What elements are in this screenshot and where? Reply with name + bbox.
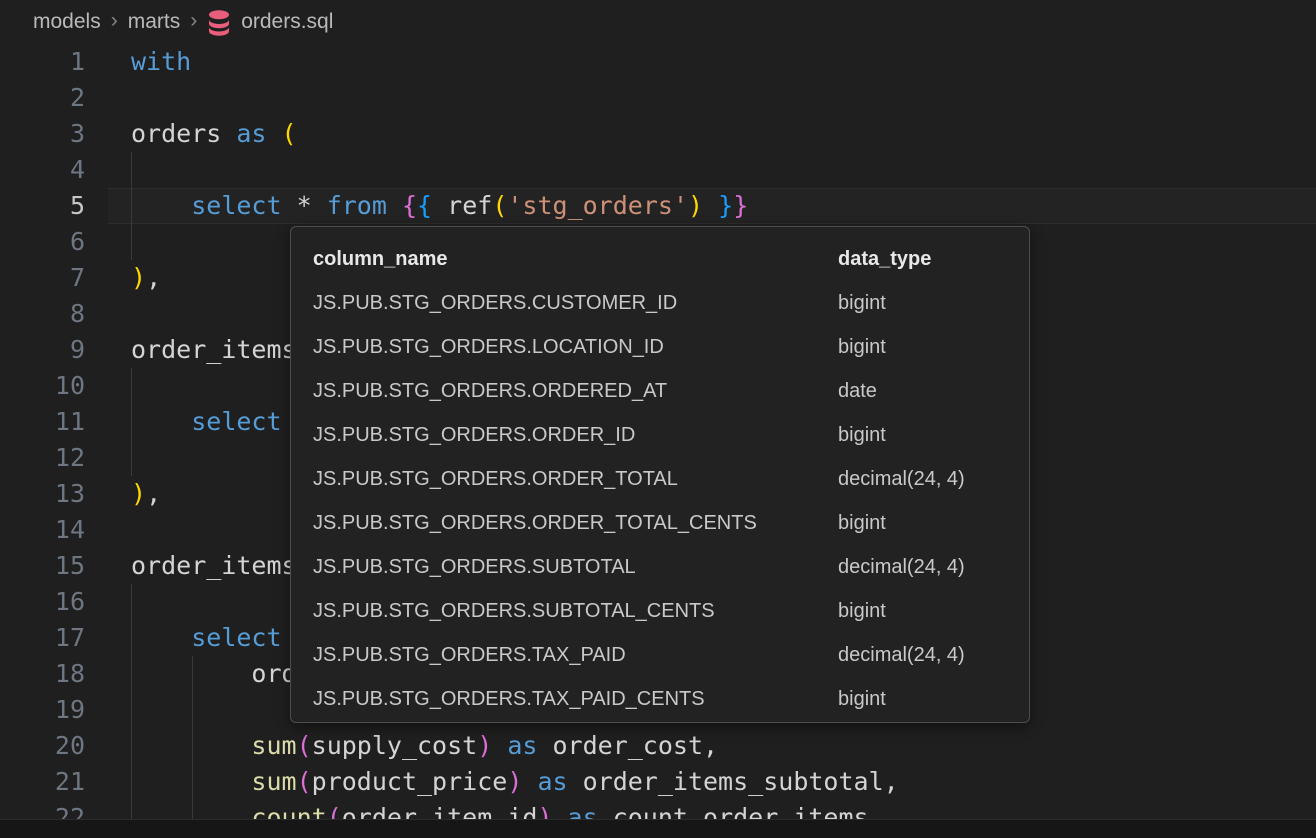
line-number: 6 xyxy=(0,224,85,260)
code-text: sum(supply_cost) as order_cost, xyxy=(131,728,718,764)
data-type-cell: decimal(24, 4) xyxy=(838,545,1029,589)
line-number: 15 xyxy=(0,548,85,584)
line-number: 8 xyxy=(0,296,85,332)
column-name-cell: JS.PUB.STG_ORDERS.ORDER_TOTAL_CENTS xyxy=(313,501,838,545)
code-text: select * from {{ ref('stg_orders') }} xyxy=(131,188,748,224)
code-line-2[interactable]: 2 xyxy=(0,80,1316,116)
hover-table-row: JS.PUB.STG_ORDERS.LOCATION_IDbigint xyxy=(313,325,1029,369)
editor-window: models › marts › orders.sql 1 with 23 order… xyxy=(0,0,1316,838)
column-name-cell: JS.PUB.STG_ORDERS.SUBTOTAL xyxy=(313,545,838,589)
line-number: 1 xyxy=(0,44,85,80)
hover-table-row: JS.PUB.STG_ORDERS.ORDERED_ATdate xyxy=(313,369,1029,413)
indent-guide xyxy=(131,152,132,260)
line-number: 5 xyxy=(0,188,85,224)
data-type-cell: decimal(24, 4) xyxy=(838,457,1029,501)
column-name-cell: column_name xyxy=(313,237,838,281)
hover-table-row: JS.PUB.STG_ORDERS.ORDER_IDbigint xyxy=(313,413,1029,457)
line-number: 20 xyxy=(0,728,85,764)
breadcrumb-separator-icon: › xyxy=(190,9,197,33)
breadcrumb: models › marts › orders.sql xyxy=(0,0,1316,44)
code-line-5[interactable]: 5 select * from {{ ref('stg_orders') }} xyxy=(0,188,1316,224)
panel-edge xyxy=(0,819,1316,838)
data-type-cell: bigint xyxy=(838,413,1029,457)
code-line-21[interactable]: 21 sum(product_price) as order_items_sub… xyxy=(0,764,1316,800)
hover-popup: column_namedata_typeJS.PUB.STG_ORDERS.CU… xyxy=(290,226,1030,723)
code-text: sum(product_price) as order_items_subtot… xyxy=(131,764,899,800)
code-line-1[interactable]: 1 with xyxy=(0,44,1316,80)
data-type-cell: data_type xyxy=(838,237,1029,281)
hover-table-row: JS.PUB.STG_ORDERS.TAX_PAID_CENTSbigint xyxy=(313,677,1029,721)
hover-table-row: JS.PUB.STG_ORDERS.ORDER_TOTAL_CENTSbigin… xyxy=(313,501,1029,545)
line-number: 3 xyxy=(0,116,85,152)
column-name-cell: JS.PUB.STG_ORDERS.ORDERED_AT xyxy=(313,369,838,413)
line-number: 12 xyxy=(0,440,85,476)
data-type-cell: bigint xyxy=(838,589,1029,633)
hover-table-row: JS.PUB.STG_ORDERS.SUBTOTAL_CENTSbigint xyxy=(313,589,1029,633)
column-name-cell: JS.PUB.STG_ORDERS.ORDER_TOTAL xyxy=(313,457,838,501)
code-text: with xyxy=(131,44,191,80)
data-type-cell: bigint xyxy=(838,501,1029,545)
code-text: ), xyxy=(131,476,161,512)
hover-table-row: JS.PUB.STG_ORDERS.CUSTOMER_IDbigint xyxy=(313,281,1029,325)
column-name-cell: JS.PUB.STG_ORDERS.ORDER_ID xyxy=(313,413,838,457)
indent-guide xyxy=(131,584,132,819)
column-name-cell: JS.PUB.STG_ORDERS.LOCATION_ID xyxy=(313,325,838,369)
hover-table-row: JS.PUB.STG_ORDERS.TAX_PAIDdecimal(24, 4) xyxy=(313,633,1029,677)
hover-table-header: column_namedata_type xyxy=(313,237,1029,281)
hover-table-row: JS.PUB.STG_ORDERS.ORDER_TOTALdecimal(24,… xyxy=(313,457,1029,501)
line-number: 9 xyxy=(0,332,85,368)
breadcrumb-item-marts[interactable]: marts xyxy=(128,10,181,34)
breadcrumb-separator-icon: › xyxy=(111,9,118,33)
line-number: 10 xyxy=(0,368,85,404)
column-name-cell: JS.PUB.STG_ORDERS.TAX_PAID_CENTS xyxy=(313,677,838,721)
data-type-cell: date xyxy=(838,369,1029,413)
line-number: 18 xyxy=(0,656,85,692)
code-line-4[interactable]: 4 xyxy=(0,152,1316,188)
line-number: 4 xyxy=(0,152,85,188)
data-type-cell: bigint xyxy=(838,677,1029,721)
line-number: 21 xyxy=(0,764,85,800)
column-name-cell: JS.PUB.STG_ORDERS.TAX_PAID xyxy=(313,633,838,677)
database-icon xyxy=(208,10,230,37)
line-number: 17 xyxy=(0,620,85,656)
line-number: 7 xyxy=(0,260,85,296)
indent-guide xyxy=(131,368,132,476)
data-type-cell: decimal(24, 4) xyxy=(838,633,1029,677)
line-number: 19 xyxy=(0,692,85,728)
code-line-20[interactable]: 20 sum(supply_cost) as order_cost, xyxy=(0,728,1316,764)
code-line-3[interactable]: 3 orders as ( xyxy=(0,116,1316,152)
line-number: 14 xyxy=(0,512,85,548)
code-text: select xyxy=(131,620,282,656)
code-text: orders as ( xyxy=(131,116,297,152)
line-number: 11 xyxy=(0,404,85,440)
code-text: select xyxy=(131,404,282,440)
breadcrumb-item-models[interactable]: models xyxy=(33,10,101,34)
code-text: ), xyxy=(131,260,161,296)
hover-table-row: JS.PUB.STG_ORDERS.SUBTOTALdecimal(24, 4) xyxy=(313,545,1029,589)
data-type-cell: bigint xyxy=(838,325,1029,369)
breadcrumb-item-file[interactable]: orders.sql xyxy=(241,10,333,34)
indent-guide xyxy=(192,656,193,819)
line-number: 2 xyxy=(0,80,85,116)
column-name-cell: JS.PUB.STG_ORDERS.SUBTOTAL_CENTS xyxy=(313,589,838,633)
line-number: 13 xyxy=(0,476,85,512)
column-name-cell: JS.PUB.STG_ORDERS.CUSTOMER_ID xyxy=(313,281,838,325)
line-number: 16 xyxy=(0,584,85,620)
data-type-cell: bigint xyxy=(838,281,1029,325)
